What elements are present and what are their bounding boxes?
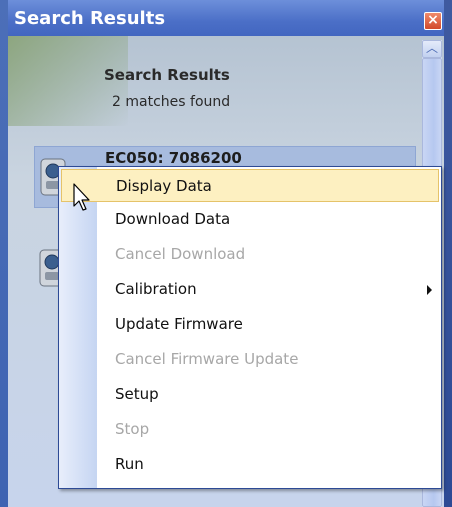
close-icon: × <box>427 12 439 28</box>
menu-item-label: Update Firmware <box>115 315 243 333</box>
match-count: 2 <box>112 94 121 110</box>
menu-item-run[interactable]: Run <box>61 448 439 481</box>
panel-title: Search Results <box>14 8 166 29</box>
menu-item-update-firmware[interactable]: Update Firmware <box>61 308 439 341</box>
menu-item-cancel-firmware-update[interactable]: Cancel Firmware Update <box>61 343 439 376</box>
submenu-arrow-icon <box>427 285 432 295</box>
menu-item-setup[interactable]: Setup <box>61 378 439 411</box>
desktop-left-strip <box>0 0 8 507</box>
menu-item-label: Cancel Download <box>115 245 246 263</box>
panel-titlebar: Search Results × <box>8 0 444 36</box>
device-name: EC050: 7086200 <box>105 149 242 167</box>
scroll-up-button[interactable]: ︿ <box>422 40 442 58</box>
results-count: 2 matches found <box>112 94 230 110</box>
menu-item-stop[interactable]: Stop <box>61 413 439 446</box>
menu-item-download-data[interactable]: Download Data <box>61 203 439 236</box>
menu-item-label: Run <box>115 455 144 473</box>
results-heading: Search Results <box>104 66 230 84</box>
desktop-right-strip <box>444 0 452 507</box>
mouse-pointer-icon <box>73 183 90 211</box>
menu-item-cancel-download[interactable]: Cancel Download <box>61 238 439 271</box>
menu-item-display-data[interactable]: Display Data <box>61 169 439 202</box>
close-button[interactable]: × <box>424 12 442 30</box>
menu-item-label: Calibration <box>115 280 197 298</box>
menu-item-label: Download Data <box>115 210 231 228</box>
chevron-up-icon: ︿ <box>425 41 438 55</box>
menu-item-label: Setup <box>115 385 159 403</box>
menu-item-label: Stop <box>115 420 150 438</box>
menu-item-label: Cancel Firmware Update <box>115 350 299 368</box>
menu-item-label: Display Data <box>116 177 212 195</box>
context-menu: Display Data Download Data Cancel Downlo… <box>58 166 442 489</box>
menu-item-calibration[interactable]: Calibration <box>61 273 439 306</box>
match-text: matches found <box>125 94 231 110</box>
